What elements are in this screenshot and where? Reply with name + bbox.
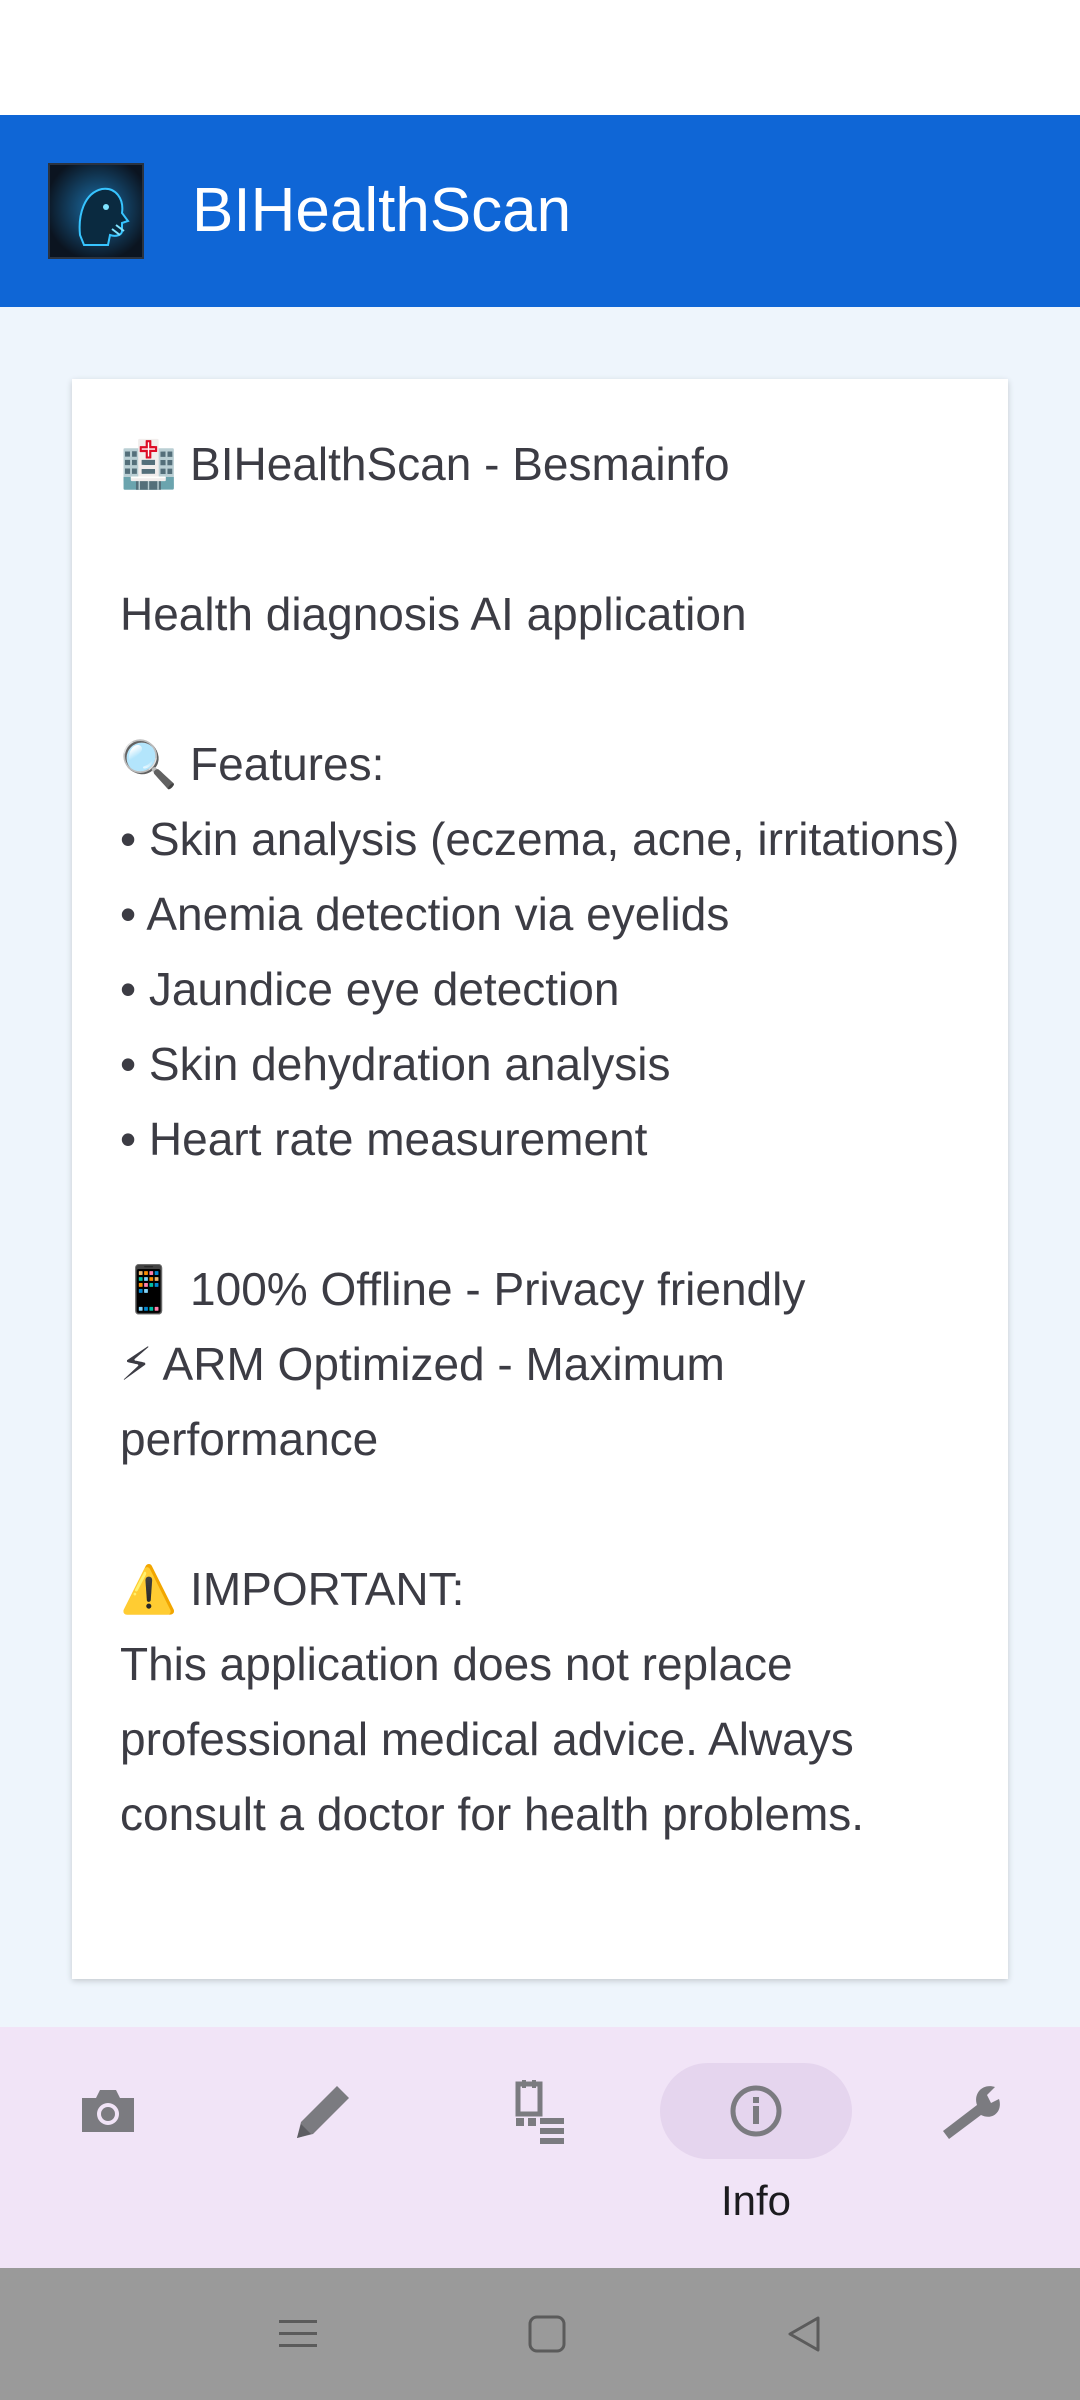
wrench-icon xyxy=(876,2063,1068,2159)
history-list-icon xyxy=(444,2063,636,2159)
system-navigation-bar xyxy=(0,2268,1080,2400)
status-bar xyxy=(0,0,1080,115)
back-icon[interactable] xyxy=(768,2298,840,2370)
app-bar: BIHealthScan xyxy=(0,115,1080,307)
nav-item-history[interactable] xyxy=(432,2027,648,2268)
menu-icon[interactable] xyxy=(262,2298,334,2370)
pencil-icon xyxy=(228,2063,420,2159)
nav-item-camera[interactable] xyxy=(0,2027,216,2268)
content-area: 🏥 BIHealthScan - Besmainfo Health diagno… xyxy=(0,307,1080,2027)
info-icon xyxy=(660,2063,852,2159)
nav-label-info: Info xyxy=(720,2177,792,2224)
nav-item-settings[interactable] xyxy=(864,2027,1080,2268)
app-title: BIHealthScan xyxy=(192,176,572,245)
camera-icon xyxy=(12,2063,204,2159)
info-text: 🏥 BIHealthScan - Besmainfo Health diagno… xyxy=(120,438,960,1840)
app-logo xyxy=(48,163,144,259)
bottom-navigation: Info xyxy=(0,2027,1080,2268)
home-icon[interactable] xyxy=(511,2298,583,2370)
info-card: 🏥 BIHealthScan - Besmainfo Health diagno… xyxy=(72,379,1008,1979)
nav-item-info[interactable]: Info xyxy=(648,2027,864,2268)
nav-item-edit[interactable] xyxy=(216,2027,432,2268)
